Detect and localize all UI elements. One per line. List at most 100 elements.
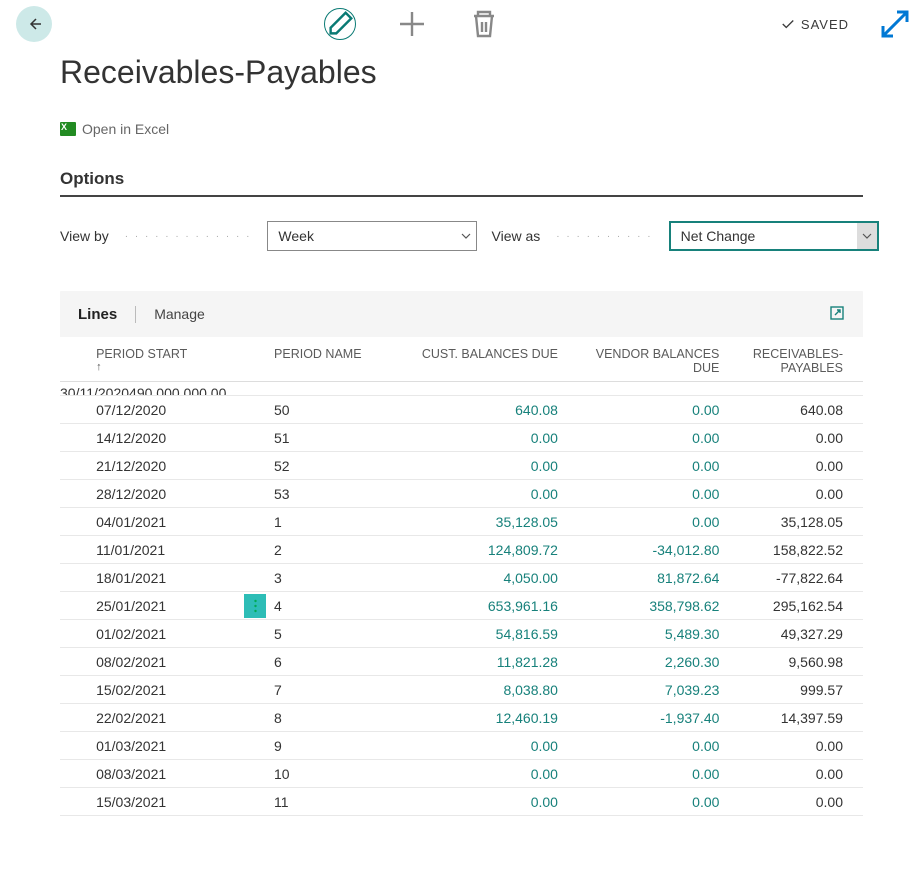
cell-period-name: 1 bbox=[274, 514, 407, 530]
pencil-icon bbox=[325, 9, 355, 39]
table-row-partial[interactable]: 30/11/2020 49 0.00 0.00 0.00 bbox=[60, 382, 863, 396]
cell-vendor-balance[interactable]: 358,798.62 bbox=[568, 598, 729, 614]
table-row[interactable]: 08/02/2021611,821.282,260.309,560.98 bbox=[60, 648, 863, 676]
table-row[interactable]: 22/03/2021120.000.000.00 bbox=[60, 816, 863, 822]
table-row[interactable]: 14/12/2020510.000.000.00 bbox=[60, 424, 863, 452]
table-row[interactable]: 15/03/2021110.000.000.00 bbox=[60, 788, 863, 816]
saved-indicator: SAVED bbox=[781, 17, 849, 32]
cell-period-name: 3 bbox=[274, 570, 407, 586]
cell-period-name: 52 bbox=[274, 458, 407, 474]
view-by-dropdown[interactable]: Week bbox=[267, 221, 477, 251]
cell-cust-balance[interactable]: 640.08 bbox=[407, 402, 568, 418]
back-button[interactable] bbox=[16, 6, 52, 42]
manage-link[interactable]: Manage bbox=[154, 306, 205, 322]
cell-cust-balance[interactable]: 124,809.72 bbox=[407, 542, 568, 558]
cell-period-start: 28/12/2020 bbox=[94, 486, 236, 502]
cell-cust-balance[interactable]: 4,050.00 bbox=[407, 570, 568, 586]
cell-cust-balance[interactable]: 653,961.16 bbox=[407, 598, 568, 614]
cell-recpay: 9,560.98 bbox=[729, 654, 863, 670]
cell-recpay: 0.00 bbox=[729, 794, 863, 810]
sort-asc-icon: ↑ bbox=[96, 361, 236, 373]
cell-cust-balance[interactable]: 12,460.19 bbox=[407, 710, 568, 726]
cell-cust-balance[interactable]: 0.00 bbox=[407, 738, 568, 754]
dots-decor: · · · · · · · · · · · · · bbox=[125, 231, 252, 242]
cell-recpay: 0.00 bbox=[729, 486, 863, 502]
cell-period-name: 51 bbox=[274, 430, 407, 446]
table-row[interactable]: 01/02/2021554,816.595,489.3049,327.29 bbox=[60, 620, 863, 648]
cell-vendor-balance[interactable]: -1,937.40 bbox=[568, 710, 729, 726]
cell-period-start: 25/01/2021 bbox=[94, 598, 236, 614]
col-header-vendor-balances[interactable]: VENDOR BALANCES DUE bbox=[568, 347, 729, 375]
cell-period-start: 22/03/2021 bbox=[94, 822, 236, 823]
cell-recpay: 295,162.54 bbox=[729, 598, 863, 614]
expand-button[interactable] bbox=[879, 8, 911, 40]
new-button[interactable] bbox=[396, 8, 428, 40]
cell-cust-balance[interactable]: 35,128.05 bbox=[407, 514, 568, 530]
cell-cust-balance[interactable]: 8,038.80 bbox=[407, 682, 568, 698]
col-header-period-start[interactable]: PERIOD START ↑ bbox=[94, 347, 236, 375]
cell-vendor-balance[interactable]: 2,260.30 bbox=[568, 654, 729, 670]
cell-recpay: 14,397.59 bbox=[729, 710, 863, 726]
cell-cust-balance[interactable]: 11,821.28 bbox=[407, 654, 568, 670]
col-header-receivables-payables[interactable]: RECEIVABLES-PAYABLES bbox=[729, 347, 863, 375]
cell-period-start: 08/03/2021 bbox=[94, 766, 236, 782]
cell-cust-balance[interactable]: 54,816.59 bbox=[407, 626, 568, 642]
cell-cust-balance[interactable]: 0.00 bbox=[407, 822, 568, 823]
lines-tab[interactable]: Lines bbox=[78, 306, 136, 323]
cell-recpay: 0.00 bbox=[729, 738, 863, 754]
table-row[interactable]: 25/01/20214653,961.16358,798.62295,162.5… bbox=[60, 592, 863, 620]
cell-cust-balance[interactable]: 0.00 bbox=[407, 794, 568, 810]
cell-period-start: 08/02/2021 bbox=[94, 654, 236, 670]
cell-period-name: 50 bbox=[274, 402, 407, 418]
cell-vendor-balance[interactable]: 81,872.64 bbox=[568, 570, 729, 586]
cell-period-start: 15/02/2021 bbox=[94, 682, 236, 698]
cell-period-start: 15/03/2021 bbox=[94, 794, 236, 810]
cell-vendor-balance[interactable]: 0.00 bbox=[568, 486, 729, 502]
cell-period-start: 07/12/2020 bbox=[94, 402, 236, 418]
expand-icon bbox=[879, 8, 911, 40]
cell-vendor-balance[interactable]: 5,489.30 bbox=[568, 626, 729, 642]
open-in-excel-link[interactable]: Open in Excel bbox=[60, 121, 169, 137]
cell-vendor-balance[interactable]: 7,039.23 bbox=[568, 682, 729, 698]
cell-recpay: 35,128.05 bbox=[729, 514, 863, 530]
cell-period-name: 11 bbox=[274, 794, 407, 810]
table-row[interactable]: 01/03/202190.000.000.00 bbox=[60, 732, 863, 760]
table-row[interactable]: 07/12/202050640.080.00640.08 bbox=[60, 396, 863, 424]
view-as-dropdown[interactable]: Net Change bbox=[669, 221, 879, 251]
edit-button[interactable] bbox=[324, 8, 356, 40]
table-row[interactable]: 15/02/2021 78,038.807,039.23999.57 bbox=[60, 676, 863, 704]
table-row[interactable]: 18/01/202134,050.0081,872.64-77,822.64 bbox=[60, 564, 863, 592]
cell-period-name: 7 bbox=[274, 682, 407, 698]
cell-cust-balance[interactable]: 0.00 bbox=[407, 486, 568, 502]
cell-period-name: 10 bbox=[274, 766, 407, 782]
cell-cust-balance[interactable]: 0.00 bbox=[407, 430, 568, 446]
cell-vendor-balance[interactable]: 0.00 bbox=[568, 738, 729, 754]
cell-vendor-balance[interactable]: 0.00 bbox=[568, 822, 729, 823]
delete-button[interactable] bbox=[468, 8, 500, 40]
table-row[interactable]: 11/01/20212124,809.72-34,012.80158,822.5… bbox=[60, 536, 863, 564]
cell-period-name: 12 bbox=[274, 822, 407, 823]
cell-recpay: 999.57 bbox=[729, 682, 863, 698]
table-row[interactable]: 04/01/2021135,128.050.0035,128.05 bbox=[60, 508, 863, 536]
col-header-period-name[interactable]: PERIOD NAME bbox=[274, 347, 407, 375]
cell-vendor-balance[interactable]: 0.00 bbox=[568, 514, 729, 530]
cell-vendor-balance[interactable]: 0.00 bbox=[568, 430, 729, 446]
cell-recpay: 0.00 bbox=[729, 458, 863, 474]
cell-recpay: 0.00 bbox=[729, 766, 863, 782]
table-row[interactable]: 28/12/2020530.000.000.00 bbox=[60, 480, 863, 508]
table-row[interactable]: 21/12/2020520.000.000.00 bbox=[60, 452, 863, 480]
cell-cust-balance[interactable]: 0.00 bbox=[407, 766, 568, 782]
table-row[interactable]: 22/02/2021812,460.19-1,937.4014,397.59 bbox=[60, 704, 863, 732]
row-actions-button[interactable] bbox=[244, 594, 266, 618]
table-row[interactable]: 08/03/2021100.000.000.00 bbox=[60, 760, 863, 788]
cell-vendor-balance[interactable]: 0.00 bbox=[568, 794, 729, 810]
cell-cust-balance[interactable]: 0.00 bbox=[407, 458, 568, 474]
cell-vendor-balance[interactable]: 0.00 bbox=[568, 402, 729, 418]
cell-vendor-balance[interactable]: 0.00 bbox=[568, 766, 729, 782]
popout-button[interactable] bbox=[829, 305, 845, 324]
cell-vendor-balance[interactable]: 0.00 bbox=[568, 458, 729, 474]
cell-vendor-balance[interactable]: -34,012.80 bbox=[568, 542, 729, 558]
grid-body[interactable]: 30/11/2020 49 0.00 0.00 0.00 07/12/2020 5… bbox=[60, 382, 863, 822]
col-header-cust-balances[interactable]: CUST. BALANCES DUE bbox=[407, 347, 568, 375]
cell-period-start: 11/01/2021 bbox=[94, 542, 236, 558]
